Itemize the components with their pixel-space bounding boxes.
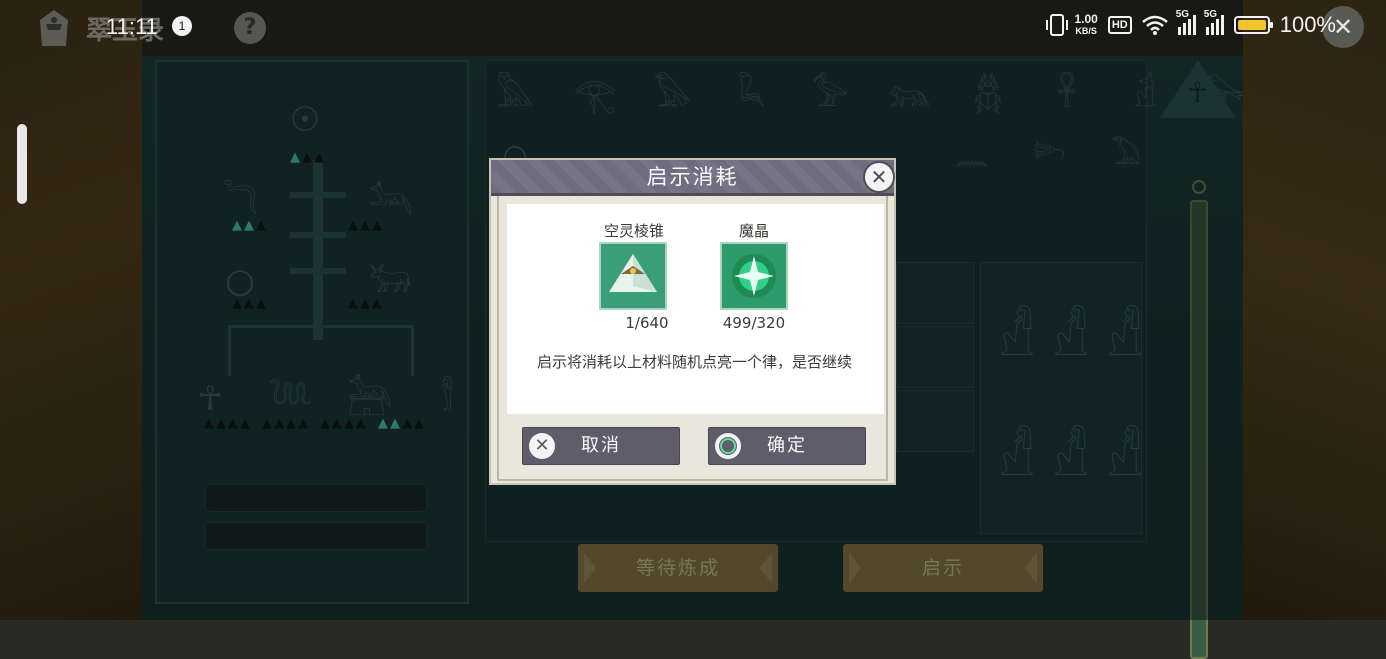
network-speed: 1.00 KB/S [1074, 13, 1097, 37]
dialog-title: 启示消耗 [646, 165, 739, 189]
wifi-icon [1141, 15, 1168, 35]
battery-icon [1233, 16, 1273, 34]
magic-crystal-icon[interactable] [720, 242, 788, 310]
network-speed-unit: KB/S [1075, 26, 1097, 36]
status-icons: 1.00 KB/S HD 5G 5G 100% [1046, 9, 1336, 38]
help-icon[interactable]: ? [234, 12, 266, 44]
notification-badge: 1 [172, 16, 192, 36]
cancel-button[interactable]: ✕ 取消 [522, 427, 680, 465]
dialog-message: 启示将消耗以上材料随机点亮一个律，是否继续 [536, 353, 852, 371]
confirm-label: 确定 [767, 435, 807, 456]
battery-fill [1237, 20, 1266, 30]
signal-icon: 5G [1204, 9, 1224, 35]
side-drawer-handle[interactable] [17, 124, 27, 204]
confirm-button[interactable]: 确定 [708, 427, 866, 465]
pharaoh-icon[interactable] [36, 8, 72, 48]
signal-label: 5G [1175, 9, 1190, 20]
material-name: 空灵棱锥 [603, 222, 664, 240]
dialog-close-icon[interactable]: ✕ [863, 161, 895, 193]
cancel-label: 取消 [581, 435, 621, 456]
signal-label: 5G [1203, 9, 1218, 20]
battery-percent: 100% [1279, 12, 1336, 37]
material-count: 1/640 [625, 314, 669, 332]
revelation-cost-dialog: 启示消耗 ✕ 空灵棱锥 1/640 魔晶 499/320 启示将消耗以上材料随机… [489, 158, 896, 485]
vibrate-icon [1046, 14, 1069, 36]
dialog-content [507, 204, 884, 414]
material-name: 魔晶 [738, 222, 769, 240]
signal-icon: 5G [1176, 9, 1196, 35]
confirm-circle-icon [715, 433, 741, 459]
material-count: 499/320 [722, 314, 786, 332]
hd-voice-icon: HD [1107, 16, 1132, 34]
status-time: 11:11 [106, 14, 158, 39]
pyramid-icon[interactable] [599, 242, 667, 310]
cancel-x-icon: ✕ [529, 433, 555, 459]
network-speed-value: 1.00 [1074, 12, 1098, 26]
